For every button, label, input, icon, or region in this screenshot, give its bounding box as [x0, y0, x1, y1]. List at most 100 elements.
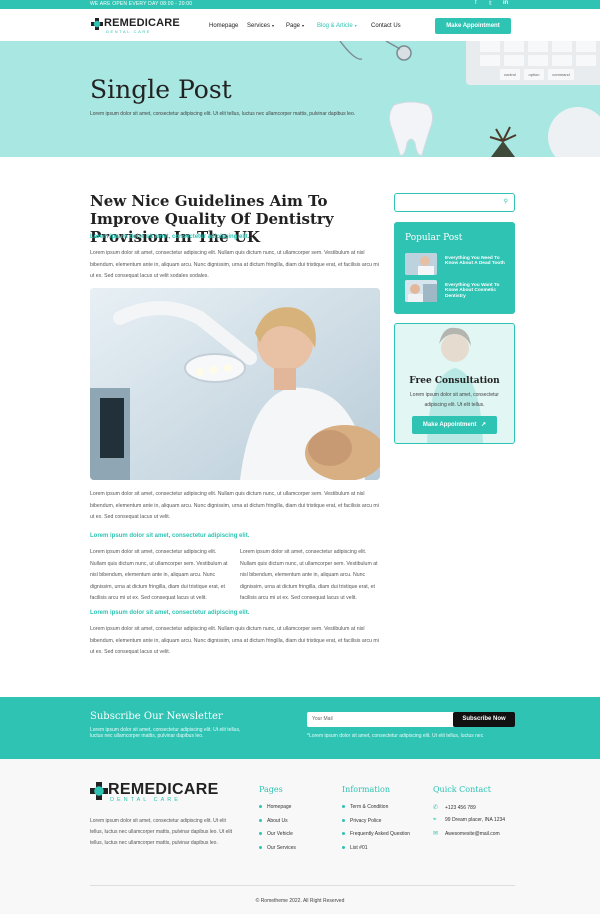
nav-homepage[interactable]: Homepage: [209, 23, 238, 29]
key: [504, 41, 524, 52]
bullet-icon: [259, 805, 262, 809]
contact-email-text: Awesomesite@mail.com: [445, 831, 500, 837]
key: [528, 55, 548, 66]
location-icon: ⌖: [433, 817, 437, 823]
consultation-appointment-button[interactable]: Make Appointment ↗: [412, 416, 497, 434]
nav-blog-label: Blog & Article: [317, 23, 353, 29]
article-column-2: Lorem ipsum dolor sit amet, consectetur …: [240, 549, 378, 601]
post-thumbnail: [405, 280, 437, 302]
site-footer: REMEDICARE DENTAL CARE Lorem ipsum dolor…: [0, 759, 600, 914]
newsletter-text: Lorem ipsum dolor sit amet, consectetur …: [90, 727, 241, 739]
key: [528, 41, 548, 52]
dentist-photo: [90, 288, 380, 480]
article-paragraph-3: Lorem ipsum dolor sit amet, consectetur …: [90, 626, 379, 655]
key-control: control: [500, 69, 520, 80]
subscribe-button[interactable]: Subscribe Now: [453, 712, 515, 727]
footer-link-label: Homepage: [267, 804, 292, 810]
brand-tagline: DENTAL CARE: [106, 29, 152, 34]
article-paragraph-1: Lorem ipsum dolor sit amet, consectetur …: [90, 250, 379, 279]
page-hero: control option command Single Post Lorem…: [0, 41, 600, 157]
article-heading-3: Lorem ipsum dolor sit amet, consectetur …: [90, 610, 250, 616]
hero-subtitle: Lorem ipsum dolor sit amet, consectetur …: [90, 111, 356, 117]
key-command: command: [548, 69, 574, 80]
footer-link-faq[interactable]: Frequently Asked Question: [342, 831, 410, 837]
key: [480, 41, 500, 52]
key: [552, 55, 572, 66]
page-title: Single Post: [90, 75, 232, 104]
footer-link-label: Term & Condition: [350, 804, 389, 810]
facebook-icon[interactable]: f: [475, 0, 477, 6]
nav-page[interactable]: Page ▾: [286, 23, 304, 29]
bullet-icon: [259, 832, 262, 836]
footer-link-label: Privacy Police: [350, 818, 382, 824]
footer-link-label: Our Services: [267, 845, 296, 851]
footer-link-about[interactable]: About Us: [259, 818, 288, 824]
article-paragraph-2: Lorem ipsum dolor sit amet, consectetur …: [90, 491, 379, 520]
post-thumbnail-image: [405, 280, 437, 302]
popular-post-item[interactable]: Everything You Need To Know About A Dead…: [405, 253, 510, 275]
nav-services-label: Services: [247, 23, 271, 29]
contact-address-text: 99 Dream placer, INA 1234: [445, 817, 506, 823]
bullet-icon: [342, 832, 345, 836]
chevron-down-icon: ▾: [302, 23, 305, 28]
linkedin-icon[interactable]: in: [503, 0, 508, 6]
phone-icon: ✆: [433, 805, 439, 811]
key: [576, 41, 596, 52]
footer-description: Lorem ipsum dolor sit amet, consectetur …: [90, 818, 233, 847]
key: [552, 41, 572, 52]
nav-services[interactable]: Services ▾: [247, 23, 274, 29]
site-header: REMEDICARE DENTAL CARE Homepage Services…: [0, 9, 600, 41]
bullet-icon: [342, 846, 345, 850]
key: [480, 55, 500, 66]
footer-link-label: About Us: [267, 818, 288, 824]
contact-phone[interactable]: ✆ +123 456 789: [433, 804, 476, 811]
popular-post-title: Popular Post: [405, 233, 463, 243]
footer-link-terms[interactable]: Term & Condition: [342, 804, 388, 810]
twitter-icon[interactable]: 𝕥: [489, 0, 492, 7]
footer-link-list[interactable]: List #01: [342, 845, 368, 851]
newsletter-section: Subscribe Our Newsletter Lorem ipsum dol…: [0, 697, 600, 759]
brand-name: REMEDICARE: [104, 17, 180, 29]
top-bar: WE ARE OPEN EVERY DAY 08:00 - 20:00 f 𝕥 …: [0, 0, 600, 9]
footer-link-label: Frequently Asked Question: [350, 831, 411, 837]
bullet-icon: [259, 846, 262, 850]
contact-email[interactable]: ✉ Awesomesite@mail.com: [433, 830, 500, 837]
search-input[interactable]: ⚲: [394, 193, 515, 212]
key: [576, 55, 596, 66]
external-link-icon: ↗: [481, 422, 487, 428]
chevron-down-icon: ▾: [272, 23, 275, 28]
footer-link-vehicle[interactable]: Our Vehicle: [259, 831, 293, 837]
popular-post-link[interactable]: Everything You Need To Know About A Dead…: [445, 256, 509, 267]
email-field[interactable]: Your Mail: [307, 712, 457, 727]
article-heading-2: Lorem ipsum dolor sit amet, consectetur …: [90, 533, 250, 539]
footer-link-label: List #01: [350, 845, 368, 851]
footer-link-services[interactable]: Our Services: [259, 845, 296, 851]
nav-page-label: Page: [286, 23, 301, 29]
nav-blog[interactable]: Blog & Article ▾: [317, 23, 357, 29]
popular-post-link[interactable]: Everything You Want To Know About Cosmet…: [445, 283, 509, 299]
keyboard-image: control option command: [466, 41, 600, 85]
footer-brand-tagline: DENTAL CARE: [110, 797, 181, 803]
free-consultation-card: Free Consultation Lorem ipsum dolor sit …: [394, 323, 515, 444]
popular-post-item[interactable]: Everything You Want To Know About Cosmet…: [405, 280, 510, 302]
post-thumbnail: [405, 253, 437, 275]
footer-info-title: Information: [342, 785, 391, 794]
footer-link-label: Our Vehicle: [267, 831, 293, 837]
make-appointment-button[interactable]: Make Appointment: [435, 18, 511, 34]
consultation-button-label: Make Appointment: [422, 422, 477, 428]
mouse-image: [548, 107, 600, 157]
footer-link-privacy[interactable]: Privacy Police: [342, 818, 381, 824]
footer-link-homepage[interactable]: Homepage: [259, 804, 291, 810]
copyright: © Rometheme 2022. All Right Reserved: [255, 898, 345, 904]
nav-contact[interactable]: Contact Us: [371, 23, 401, 29]
plant-image: [489, 126, 517, 157]
footer-divider: [90, 885, 515, 886]
tooth-model-image: [388, 101, 434, 156]
article-column-1: Lorem ipsum dolor sit amet, consectetur …: [90, 549, 228, 601]
key-option: option: [524, 69, 544, 80]
opening-hours: WE ARE OPEN EVERY DAY 08:00 - 20:00: [90, 1, 193, 7]
search-icon[interactable]: ⚲: [504, 198, 508, 205]
key: [504, 55, 524, 66]
consultation-title: Free Consultation: [409, 376, 500, 386]
chevron-down-icon: ▾: [354, 23, 357, 28]
